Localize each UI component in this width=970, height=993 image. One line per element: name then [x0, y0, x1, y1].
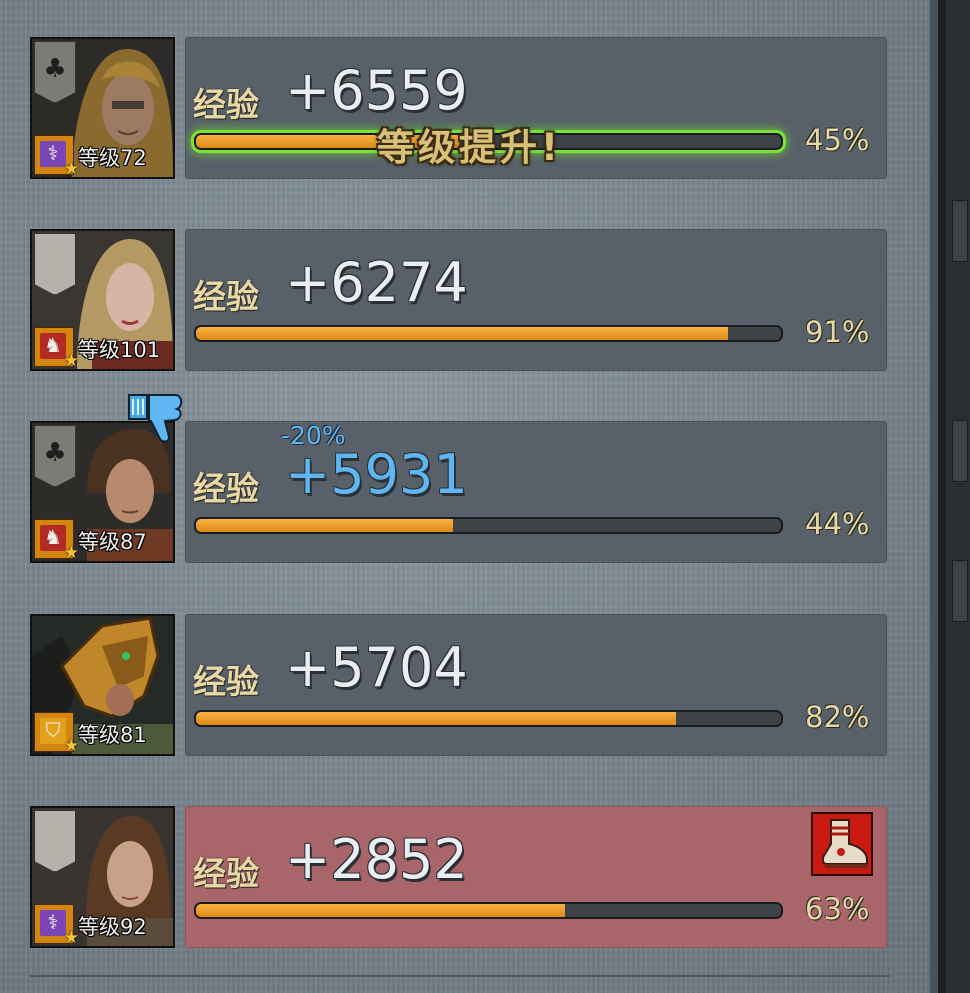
- exp-label: 经验: [193, 277, 259, 316]
- exp-gain-value: +5931: [285, 443, 468, 506]
- exp-panel: 经验 +5704 82%: [185, 614, 887, 756]
- exp-progress-fill: [196, 327, 729, 340]
- list-bottom-divider: [30, 975, 890, 977]
- character-portrait[interactable]: ♞ ★ 等级101: [30, 229, 175, 371]
- character-level: 等级81: [78, 723, 147, 747]
- character-level: 等级72: [78, 146, 147, 170]
- character-portrait[interactable]: ♣ ⚕ ★ 等级72: [30, 37, 175, 179]
- exp-progress-bar: [194, 902, 783, 919]
- exp-progress-percent: 91%: [805, 315, 870, 349]
- exp-progress-fill: [196, 519, 454, 532]
- exp-gain-value: +6274: [285, 251, 468, 314]
- thumbs-down-icon: [128, 394, 183, 443]
- horse-head-icon: ♞ ★: [34, 327, 79, 369]
- exp-progress-fill: [196, 712, 676, 725]
- exp-progress-bar: [194, 710, 783, 727]
- exp-gain-value: +2852: [285, 828, 468, 891]
- exp-label: 经验: [193, 85, 259, 124]
- character-row-3[interactable]: ♣ ♞ ★ 等级87 -20% 经验 +5931 44%: [30, 394, 890, 563]
- exp-label: 经验: [193, 662, 259, 701]
- shield-icon: ⛉ ★: [34, 712, 79, 754]
- exp-panel: 经验 +6274 91%: [185, 229, 887, 371]
- star-icon: ★: [63, 543, 79, 563]
- staff-icon: ⚕ ★: [34, 135, 79, 177]
- exp-progress-bar: [194, 517, 783, 534]
- tree-emblem-icon: ♣: [34, 425, 76, 487]
- character-level: 等级87: [78, 530, 147, 554]
- exp-panel-highlighted: 经验 +2852 63%: [185, 806, 887, 948]
- exp-gain-value: +5704: [285, 636, 468, 699]
- right-frame-edge: [930, 0, 970, 993]
- exp-progress-percent: 44%: [805, 507, 870, 541]
- staff-icon: ⚕ ★: [34, 904, 79, 946]
- character-row-2[interactable]: ♞ ★ 等级101 经验 +6274 91%: [30, 223, 890, 371]
- horse-head-icon: ♞ ★: [34, 519, 79, 561]
- exp-gain-value: +6559: [285, 59, 468, 122]
- character-row-4[interactable]: ⛉ ★ 等级81 经验 +5704 82%: [30, 608, 890, 756]
- exp-progress-percent: 82%: [805, 700, 870, 734]
- exp-progress-percent: 63%: [805, 892, 870, 926]
- tree-emblem-icon: ♣: [34, 41, 76, 103]
- exp-progress-percent: 45%: [805, 123, 870, 157]
- character-portrait[interactable]: ⛉ ★ 等级81: [30, 614, 175, 756]
- blank-banner-icon: [34, 233, 76, 295]
- exp-panel: -20% 经验 +5931 44%: [185, 421, 887, 563]
- blank-banner-icon: [34, 810, 76, 872]
- exp-label: 经验: [193, 854, 259, 893]
- level-up-banner: 等级提升!: [377, 126, 562, 169]
- star-icon: ★: [63, 736, 79, 756]
- star-icon: ★: [63, 351, 79, 371]
- character-level: 等级101: [78, 338, 161, 362]
- boots-icon[interactable]: [811, 812, 873, 876]
- star-icon: ★: [63, 928, 79, 948]
- character-level: 等级92: [78, 915, 147, 939]
- character-row-1[interactable]: ♣ ⚕ ★ 等级72 经验 +6559 等级提升! 45%: [30, 31, 890, 179]
- character-portrait[interactable]: ⚕ ★ 等级92: [30, 806, 175, 948]
- star-icon: ★: [63, 159, 79, 179]
- exp-panel: 经验 +6559 等级提升! 45%: [185, 37, 887, 179]
- character-row-5[interactable]: ⚕ ★ 等级92 经验 +2852 63%: [30, 800, 890, 948]
- exp-label: 经验: [193, 469, 259, 508]
- exp-progress-bar: [194, 325, 783, 342]
- exp-progress-fill: [196, 904, 565, 917]
